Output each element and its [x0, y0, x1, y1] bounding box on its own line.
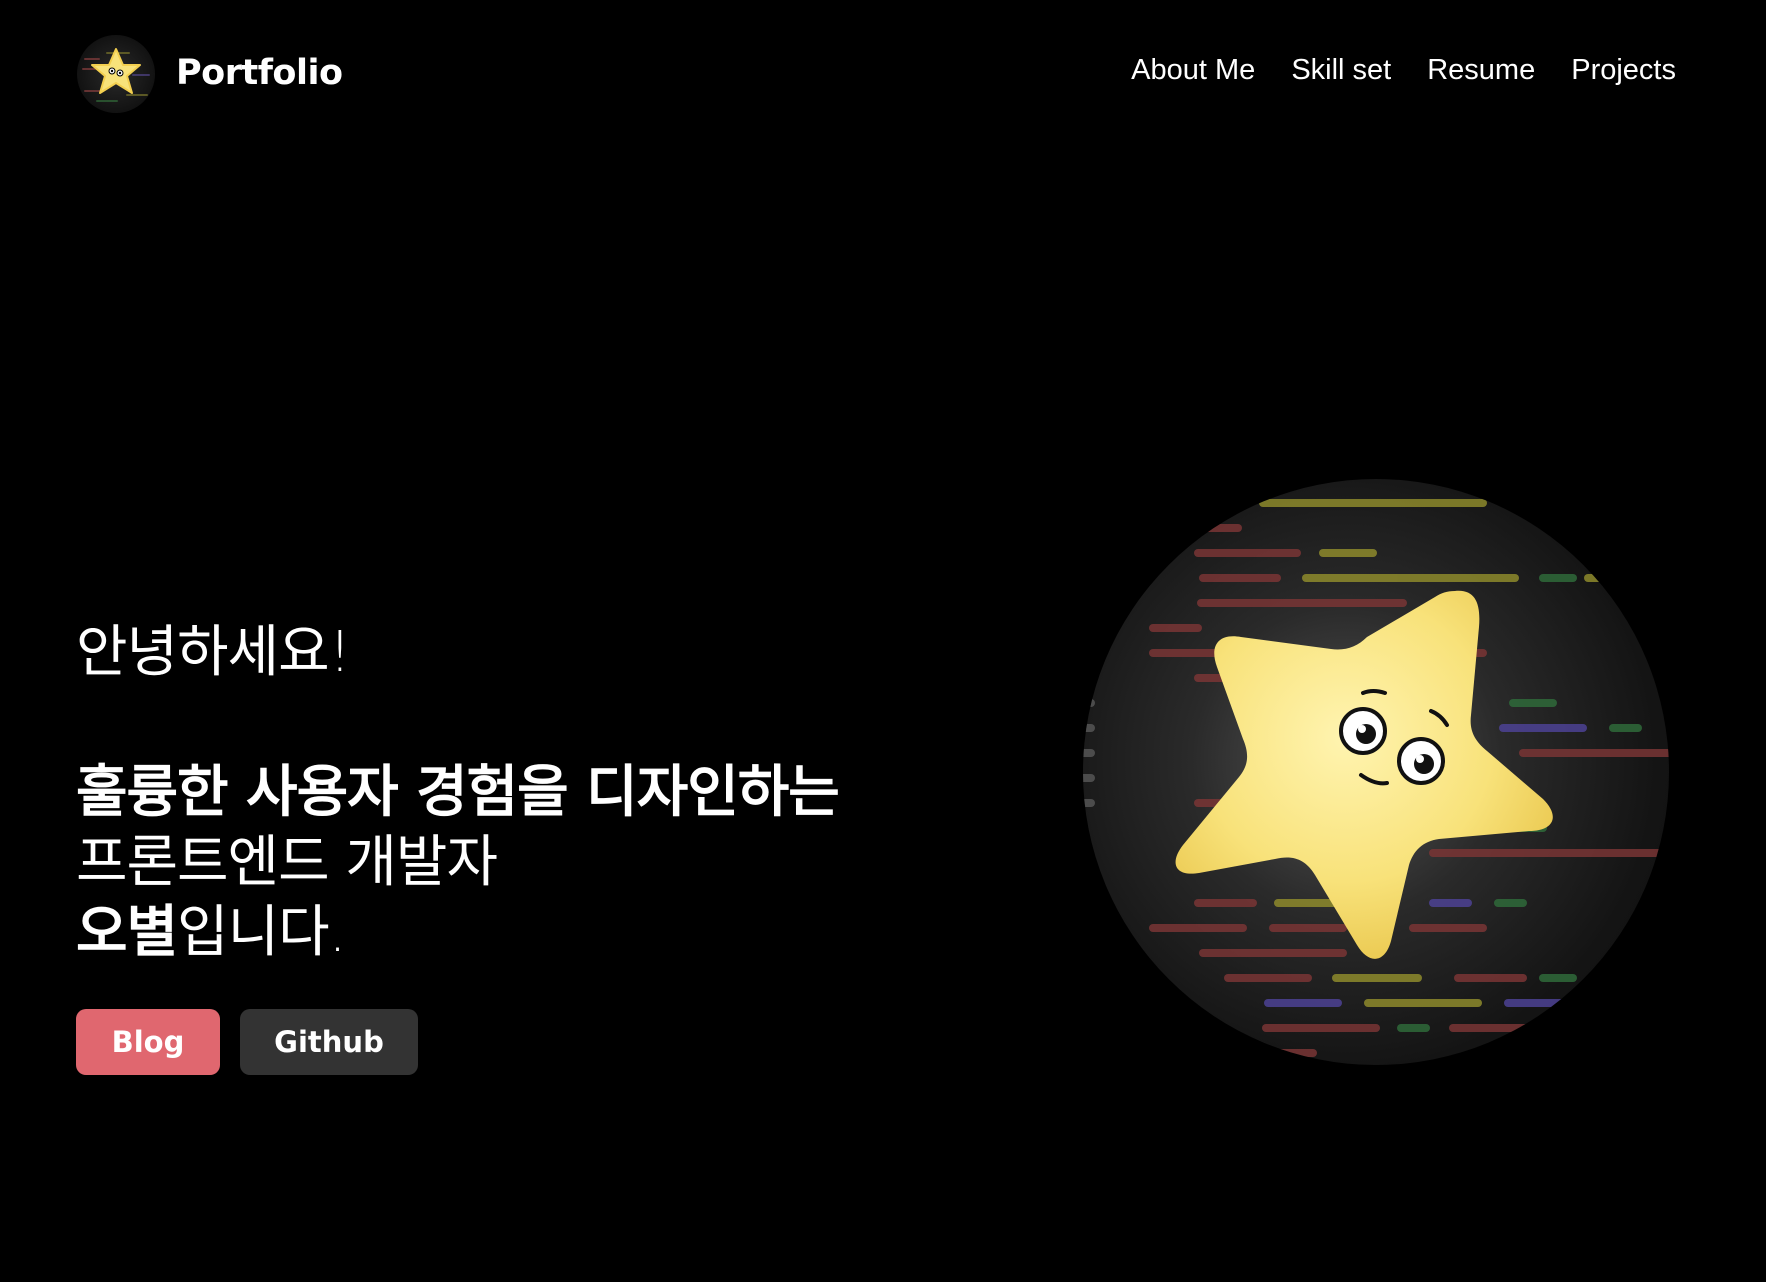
star-character-icon: [1083, 499, 1669, 1057]
nav-projects[interactable]: Projects: [1571, 48, 1676, 92]
nav-resume[interactable]: Resume: [1427, 48, 1535, 92]
page: Portfolio About Me Skill set Resume Proj…: [0, 0, 1766, 1282]
blog-button[interactable]: Blog: [76, 1009, 220, 1075]
logo-avatar[interactable]: [77, 35, 155, 113]
hero-line-1: 훌륭한 사용자 경험을 디자인하는: [76, 760, 840, 825]
nav-about-me[interactable]: About Me: [1131, 48, 1255, 92]
hero-name: 오별: [76, 900, 178, 965]
hero-line-3: 오별입니다.: [76, 898, 839, 968]
github-button[interactable]: Github: [240, 1009, 418, 1075]
logo-text[interactable]: Portfolio: [176, 48, 343, 98]
hero-line-3-rest: 입니다.: [177, 900, 346, 965]
star-character-icon: [82, 48, 150, 102]
hero-line-2: 프론트엔드 개발자: [76, 830, 498, 895]
hero-greeting: 안녕하세요!: [76, 620, 351, 685]
main-nav: About Me Skill set Resume Projects: [1131, 48, 1676, 92]
hero-headline: 훌륭한 사용자 경험을 디자인하는 프론트엔드 개발자 오별입니다.: [76, 758, 840, 968]
hero-image: [1083, 479, 1669, 1065]
nav-skill-set[interactable]: Skill set: [1291, 48, 1391, 92]
